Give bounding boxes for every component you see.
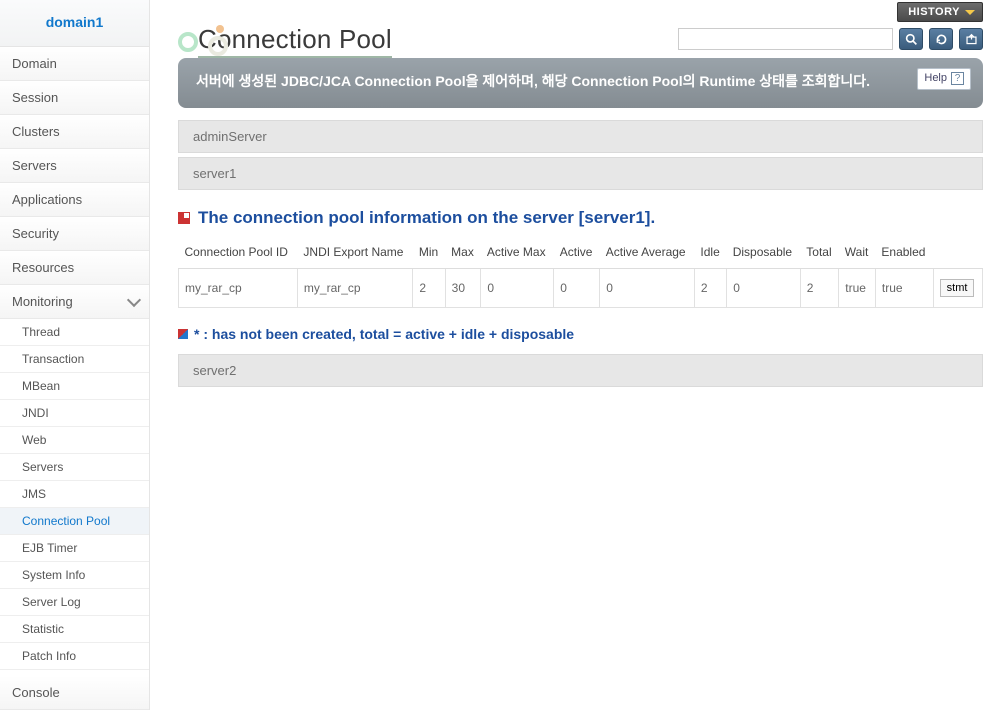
help-button[interactable]: Help ?: [917, 68, 971, 90]
title-decoration-icon: [178, 24, 238, 58]
subnav-jms[interactable]: JMS: [0, 481, 149, 508]
cell-max: 30: [445, 269, 481, 308]
col-disposable: Disposable: [727, 236, 801, 269]
help-label: Help: [924, 70, 947, 88]
cell-enabled: true: [875, 269, 933, 308]
nav-item-domain[interactable]: Domain: [0, 47, 149, 81]
connection-pool-table: Connection Pool ID JNDI Export Name Min …: [178, 236, 983, 308]
subnav-connection-pool[interactable]: Connection Pool: [0, 508, 149, 535]
search-input[interactable]: [678, 28, 893, 50]
description-text: 서버에 생성된 JDBC/JCA Connection Pool을 제어하며, …: [196, 73, 870, 89]
subnav-statistic[interactable]: Statistic: [0, 616, 149, 643]
server-bar-server2[interactable]: server2: [178, 354, 983, 387]
footnote-text: * : has not been created, total = active…: [194, 326, 574, 342]
col-active: Active: [554, 236, 600, 269]
nav-item-security[interactable]: Security: [0, 217, 149, 251]
refresh-button[interactable]: [929, 28, 953, 50]
domain-header[interactable]: domain1: [0, 0, 149, 47]
footnote: * : has not been created, total = active…: [178, 326, 983, 342]
col-enabled: Enabled: [875, 236, 933, 269]
history-button[interactable]: HISTORY: [897, 2, 983, 22]
help-icon: ?: [951, 72, 964, 85]
col-max: Max: [445, 236, 481, 269]
col-idle: Idle: [694, 236, 726, 269]
cell-active-avg: 0: [600, 269, 695, 308]
description-banner: 서버에 생성된 JDBC/JCA Connection Pool을 제어하며, …: [178, 58, 983, 108]
table-header-row: Connection Pool ID JNDI Export Name Min …: [179, 236, 983, 269]
cell-active-max: 0: [481, 269, 554, 308]
subnav-transaction[interactable]: Transaction: [0, 346, 149, 373]
cell-min: 2: [413, 269, 445, 308]
nav-item-monitoring[interactable]: Monitoring: [0, 285, 149, 319]
col-jndi: JNDI Export Name: [297, 236, 412, 269]
search-button[interactable]: [899, 28, 923, 50]
cell-idle: 2: [694, 269, 726, 308]
server-bar-server1[interactable]: server1: [178, 157, 983, 190]
cell-wait: true: [839, 269, 876, 308]
export-icon: [965, 33, 978, 46]
col-id: Connection Pool ID: [179, 236, 298, 269]
subnav-mbean[interactable]: MBean: [0, 373, 149, 400]
search-icon: [905, 33, 918, 46]
monitoring-subnav: Thread Transaction MBean JNDI Web Server…: [0, 319, 149, 670]
sidebar: domain1 Domain Session Clusters Servers …: [0, 0, 150, 710]
nav-item-applications[interactable]: Applications: [0, 183, 149, 217]
note-flag-icon: [178, 329, 188, 339]
server-bar-admin[interactable]: adminServer: [178, 120, 983, 153]
subnav-servers[interactable]: Servers: [0, 454, 149, 481]
col-action: [933, 236, 982, 269]
topbar: HISTORY: [178, 0, 987, 22]
refresh-icon: [935, 33, 948, 46]
cell-jndi: my_rar_cp: [297, 269, 412, 308]
flag-icon: [178, 212, 190, 224]
subnav-thread[interactable]: Thread: [0, 319, 149, 346]
table-row[interactable]: my_rar_cp my_rar_cp 2 30 0 0 0 2 0 2 tru…: [179, 269, 983, 308]
section-title: The connection pool information on the s…: [178, 208, 983, 228]
stmt-button[interactable]: stmt: [940, 279, 975, 297]
cell-action: stmt: [933, 269, 982, 308]
subnav-ejb-timer[interactable]: EJB Timer: [0, 535, 149, 562]
subnav-jndi[interactable]: JNDI: [0, 400, 149, 427]
col-active-avg: Active Average: [600, 236, 695, 269]
col-total: Total: [800, 236, 839, 269]
cell-active: 0: [554, 269, 600, 308]
section-title-text: The connection pool information on the s…: [198, 208, 655, 228]
cell-total: 2: [800, 269, 839, 308]
nav-item-console[interactable]: Console: [0, 676, 149, 710]
col-min: Min: [413, 236, 445, 269]
col-active-max: Active Max: [481, 236, 554, 269]
subnav-web[interactable]: Web: [0, 427, 149, 454]
subnav-system-info[interactable]: System Info: [0, 562, 149, 589]
subnav-patch-info[interactable]: Patch Info: [0, 643, 149, 670]
nav-item-clusters[interactable]: Clusters: [0, 115, 149, 149]
main-content: HISTORY Connection Pool 서버에 생성된 JDBC/JCA…: [150, 0, 987, 710]
nav-item-resources[interactable]: Resources: [0, 251, 149, 285]
cell-disposable: 0: [727, 269, 801, 308]
subnav-server-log[interactable]: Server Log: [0, 589, 149, 616]
nav-item-session[interactable]: Session: [0, 81, 149, 115]
nav-item-servers[interactable]: Servers: [0, 149, 149, 183]
col-wait: Wait: [839, 236, 876, 269]
export-button[interactable]: [959, 28, 983, 50]
cell-id: my_rar_cp: [179, 269, 298, 308]
